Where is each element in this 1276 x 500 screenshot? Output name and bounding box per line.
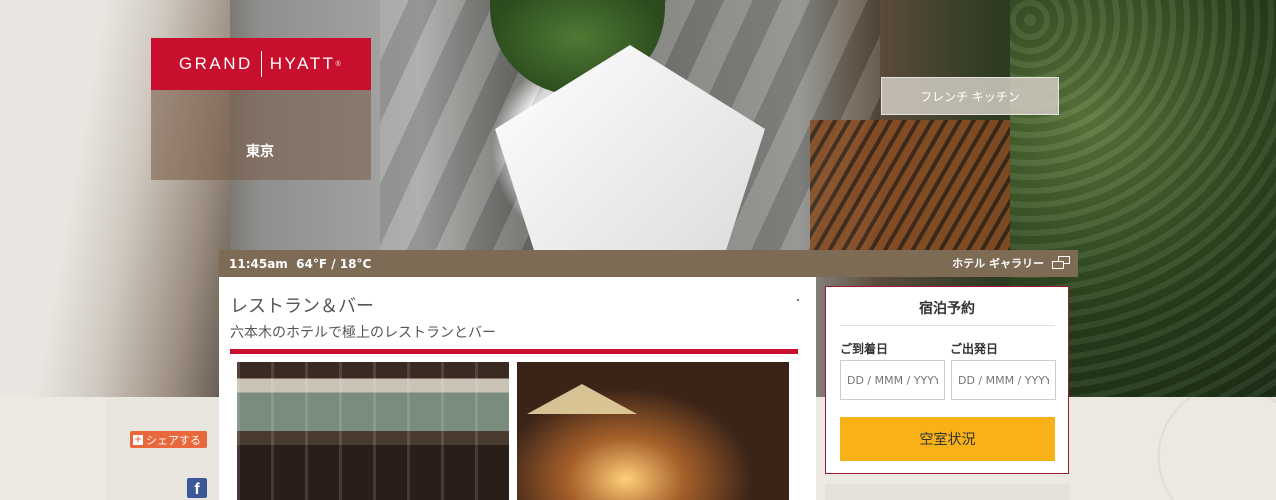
- background-decoration: [1080, 397, 1276, 500]
- city-label: 東京: [246, 144, 274, 160]
- share-button-label: シェアする: [146, 433, 201, 447]
- check-availability-button[interactable]: 空室状況: [840, 417, 1055, 461]
- gallery-windows-icon: [1052, 256, 1070, 270]
- logo-divider: [260, 51, 262, 77]
- hero-deck: [810, 120, 1010, 250]
- facebook-icon[interactable]: f: [187, 478, 207, 498]
- decorative-dot: [797, 299, 799, 301]
- logo-text-grand: GRAND: [178, 54, 253, 73]
- logo-trademark: ®: [335, 60, 344, 68]
- grand-hyatt-logo[interactable]: GRAND HYATT ®: [151, 38, 371, 90]
- check-in-date-input[interactable]: [840, 360, 945, 400]
- share-plus-icon: +: [133, 434, 143, 445]
- check-in-label: ご到着日: [840, 342, 889, 356]
- main-content: レストラン＆バー 六本木のホテルで極上のレストランとバー: [219, 277, 816, 500]
- booking-secondary-panel: [825, 484, 1069, 500]
- info-bar: 11:45am 64°F / 18°C ホテル ギャラリー: [219, 250, 1078, 277]
- hotel-gallery-link[interactable]: ホテル ギャラリー: [952, 255, 1070, 271]
- time-weather: 11:45am 64°F / 18°C: [229, 257, 372, 271]
- booking-divider: [840, 325, 1055, 326]
- check-out-label: ご出発日: [950, 342, 999, 356]
- restaurant-terrace-photo[interactable]: [517, 362, 789, 500]
- restaurant-interior-photo[interactable]: [237, 362, 509, 500]
- check-out-date-input[interactable]: [951, 360, 1056, 400]
- restaurant-badge[interactable]: フレンチ キッチン: [881, 77, 1059, 115]
- gallery-link-label: ホテル ギャラリー: [952, 257, 1044, 270]
- booking-panel: 宿泊予約 ご到着日 ご出発日 空室状況: [825, 286, 1069, 474]
- page-subtitle: 六本木のホテルで極上のレストランとバー: [230, 325, 496, 341]
- logo-location-panel: [151, 90, 371, 180]
- title-divider: [230, 349, 798, 354]
- booking-title: 宿泊予約: [919, 301, 975, 317]
- share-button[interactable]: + シェアする: [130, 431, 207, 448]
- page-title: レストラン＆バー: [230, 296, 374, 317]
- logo-text-hyatt: HYATT: [269, 54, 336, 73]
